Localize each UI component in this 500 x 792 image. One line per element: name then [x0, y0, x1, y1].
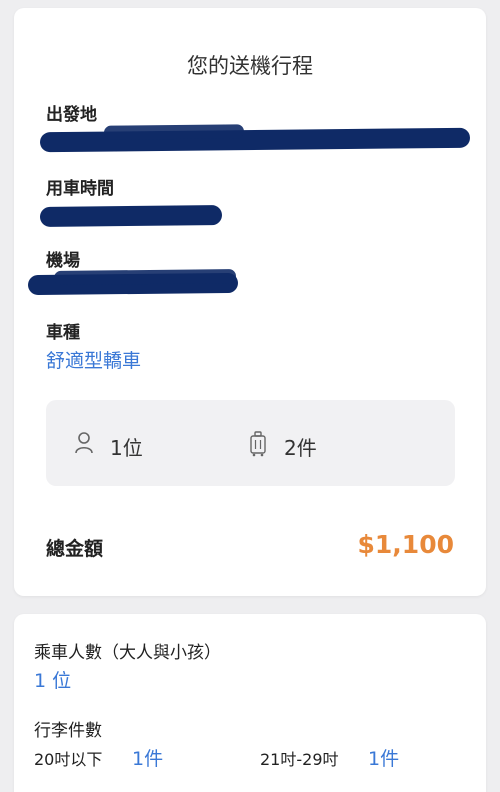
trip-summary-card: 您的送機行程 出發地 用車時間 機場 車種 舒適型轎車 1位 2件 總金額 $1…: [14, 8, 486, 596]
size-large-label: 21吋-29吋: [260, 750, 339, 769]
passenger-luggage-summary: 1位 2件: [46, 400, 455, 486]
person-icon: [74, 431, 94, 459]
car-type-value: 舒適型轎車: [46, 350, 142, 372]
total-label: 總金額: [46, 538, 104, 560]
luggage-icon: [248, 431, 268, 461]
departure-label: 出發地: [46, 105, 97, 125]
total-price: $1,100: [357, 530, 454, 559]
size-small-label: 20吋以下: [34, 750, 103, 769]
luggage-count: 2件: [284, 436, 317, 460]
car-type-label: 車種: [46, 323, 80, 343]
size-large-count: 1件: [368, 748, 400, 770]
time-label: 用車時間: [46, 179, 114, 199]
booking-details-card: 乘車人數（大人與小孩） 1 位 行李件數 20吋以下 1件 21吋-29吋 1件: [14, 614, 486, 792]
passenger-count: 1位: [110, 436, 143, 460]
luggage-count-label: 行李件數: [34, 721, 102, 741]
trip-title: 您的送機行程: [187, 54, 313, 78]
passenger-count-value: 1 位: [34, 670, 72, 692]
passenger-count-label: 乘車人數（大人與小孩）: [34, 643, 221, 663]
airport-label: 機場: [46, 251, 80, 271]
size-small-count: 1件: [132, 748, 164, 770]
